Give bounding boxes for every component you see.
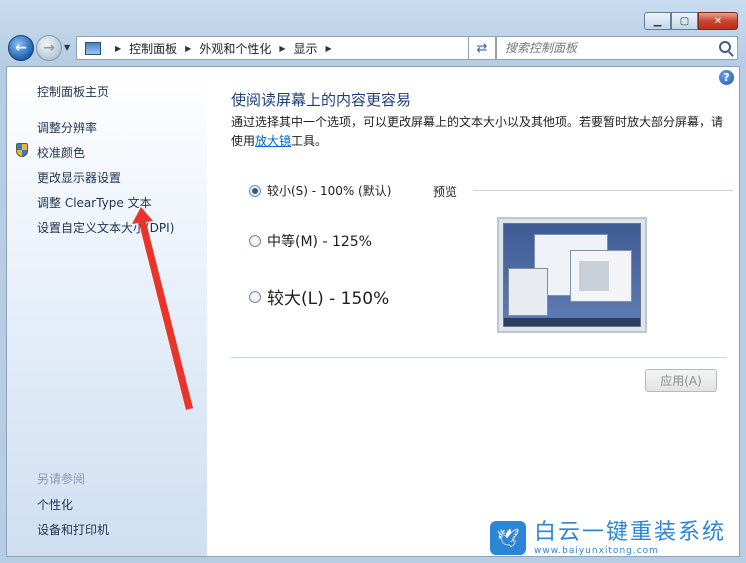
sidebar-item-home[interactable]: 控制面板主页	[37, 83, 109, 100]
search-icon[interactable]	[719, 41, 731, 53]
option-medium[interactable]: 中等(M) - 125%	[249, 231, 372, 251]
sidebar-item-devices-printers[interactable]: 设备和打印机	[37, 521, 109, 538]
option-larger-label[interactable]: 较大(L) - 150%	[267, 284, 389, 309]
breadcrumb-display[interactable]: 显示	[294, 40, 318, 57]
preview-screen	[503, 223, 641, 327]
option-larger[interactable]: 较大(L) - 150%	[249, 284, 389, 309]
window-frame: ▁ ▢ ✕ ← → ▼ ▶ 控制面板 ▶ 外观和个性化 ▶ 显示 ▶ ▼ ⇄	[0, 0, 746, 563]
shield-icon	[16, 143, 28, 157]
breadcrumb-appearance[interactable]: 外观和个性化	[199, 40, 271, 57]
minimize-button[interactable]: ▁	[644, 12, 671, 30]
preview-label: 预览	[433, 185, 458, 199]
breadcrumb-arrow-icon[interactable]: ▶	[326, 44, 332, 53]
forward-button[interactable]: →	[36, 35, 62, 61]
description: 通过选择其中一个选项，可以更改屏幕上的文本大小以及其他项。若要暂时放大部分屏幕，…	[231, 113, 731, 151]
close-button[interactable]: ✕	[698, 12, 738, 30]
sidebar: 控制面板主页 调整分辨率 校准颜色 更改显示器设置 调整 ClearType 文…	[7, 67, 207, 556]
search-input[interactable]	[505, 41, 705, 55]
recent-pages-dropdown-icon[interactable]: ▼	[64, 43, 70, 52]
sidebar-item-resolution[interactable]: 调整分辨率	[37, 119, 97, 136]
back-button[interactable]: ←	[8, 35, 34, 61]
radio-medium[interactable]	[249, 235, 261, 247]
sidebar-item-calibrate-color[interactable]: 校准颜色	[37, 144, 85, 161]
section-divider	[231, 357, 727, 358]
search-box	[496, 36, 738, 60]
sidebar-item-display-settings[interactable]: 更改显示器设置	[37, 169, 121, 186]
bird-logo-icon: 🕊	[490, 521, 526, 555]
radio-smaller[interactable]	[249, 184, 261, 197]
refresh-button[interactable]: ⇄	[468, 36, 496, 60]
preview-window-icon	[570, 250, 632, 302]
sidebar-item-personalization[interactable]: 个性化	[37, 496, 73, 513]
watermark-url: www.baiyunxitong.com	[534, 546, 659, 556]
preview-divider	[473, 190, 733, 191]
caption-buttons: ▁ ▢ ✕	[644, 12, 738, 30]
option-smaller-label[interactable]: 较小(S) - 100% (默认)	[267, 182, 391, 199]
sidebar-item-cleartype[interactable]: 调整 ClearType 文本	[37, 194, 152, 211]
apply-button[interactable]: 应用(A)	[645, 369, 717, 392]
content-area: 控制面板主页 调整分辨率 校准颜色 更改显示器设置 调整 ClearType 文…	[6, 66, 740, 557]
help-icon[interactable]: ?	[719, 70, 734, 85]
breadcrumb: ▶ 控制面板 ▶ 外观和个性化 ▶ 显示 ▶	[107, 40, 340, 57]
see-also-heading: 另请参阅	[37, 472, 86, 486]
address-bar[interactable]: ▶ 控制面板 ▶ 外观和个性化 ▶ 显示 ▶ ▼	[76, 36, 496, 60]
radio-larger[interactable]	[249, 290, 261, 303]
magnifier-link[interactable]: 放大镜	[255, 134, 291, 148]
sidebar-item-custom-dpi[interactable]: 设置自定义文本大小(DPI)	[37, 219, 174, 236]
option-medium-label[interactable]: 中等(M) - 125%	[267, 231, 372, 251]
maximize-button[interactable]: ▢	[671, 12, 698, 30]
page-title: 使阅读屏幕上的内容更容易	[231, 91, 412, 109]
preview-start-menu-icon	[508, 268, 548, 316]
description-text-end: 工具。	[291, 134, 328, 148]
watermark-text: 白云一键重装系统 www.baiyunxitong.com	[534, 520, 726, 556]
breadcrumb-arrow-icon[interactable]: ▶	[115, 44, 121, 53]
breadcrumb-arrow-icon[interactable]: ▶	[185, 44, 191, 53]
navigation-bar: ← → ▼ ▶ 控制面板 ▶ 外观和个性化 ▶ 显示 ▶ ▼ ⇄	[6, 34, 740, 62]
breadcrumb-arrow-icon[interactable]: ▶	[279, 44, 285, 53]
watermark-brand: 白云一键重装系统	[534, 520, 727, 545]
breadcrumb-control-panel[interactable]: 控制面板	[129, 40, 177, 57]
option-smaller[interactable]: 较小(S) - 100% (默认)	[249, 182, 391, 199]
watermark: 🕊 白云一键重装系统 www.baiyunxitong.com	[490, 517, 740, 559]
main-panel: ? 使阅读屏幕上的内容更容易 通过选择其中一个选项，可以更改屏幕上的文本大小以及…	[207, 67, 739, 556]
control-panel-icon	[85, 41, 101, 55]
preview-taskbar	[504, 318, 640, 326]
preview-image	[497, 217, 647, 333]
